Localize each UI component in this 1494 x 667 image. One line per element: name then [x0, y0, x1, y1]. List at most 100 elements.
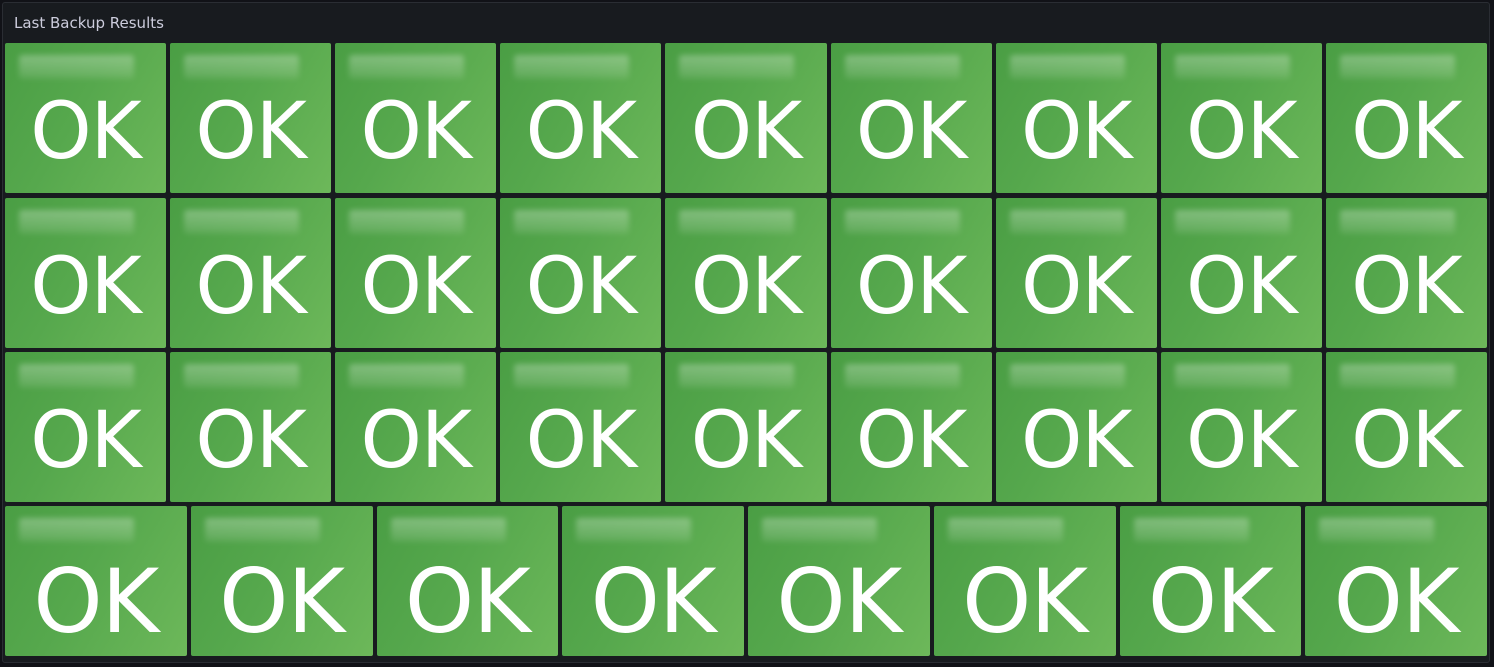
tile-host-name [184, 364, 300, 388]
stat-row: OK OK OK OK OK OK OK OK OK [5, 43, 1487, 193]
backup-status-tile[interactable]: OK [170, 43, 332, 193]
tile-status-value: OK [590, 550, 717, 653]
tile-host-name [19, 55, 134, 79]
stat-grid: OK OK OK OK OK OK OK OK OK OK OK OK OK OK OK OK OK OK OK OK… [5, 43, 1487, 659]
backup-status-tile[interactable]: OK [5, 352, 167, 502]
tile-status-value: OK [855, 87, 968, 177]
tile-status-value: OK [855, 396, 968, 486]
backup-status-tile[interactable]: OK [1325, 352, 1487, 502]
backup-status-tile[interactable]: OK [830, 352, 992, 502]
backup-status-tile[interactable]: OK [995, 198, 1157, 348]
backup-status-tile[interactable]: OK [748, 506, 930, 656]
backup-status-tile[interactable]: OK [1325, 43, 1487, 193]
backup-status-tile[interactable]: OK [5, 43, 167, 193]
backup-status-tile[interactable]: OK [170, 198, 332, 348]
tile-status-value: OK [360, 87, 473, 177]
tile-host-name [1339, 210, 1455, 234]
backup-status-tile[interactable]: OK [500, 43, 662, 193]
tile-host-name [844, 210, 960, 234]
tile-status-value: OK [1351, 242, 1463, 332]
backup-status-tile[interactable]: OK [5, 198, 167, 348]
backup-status-tile[interactable]: OK [190, 506, 373, 656]
tile-status-value: OK [404, 550, 531, 653]
backup-status-tile[interactable]: OK [1325, 198, 1487, 348]
tile-host-name [1319, 518, 1435, 542]
tile-status-value: OK [1147, 550, 1274, 653]
backup-status-tile[interactable]: OK [995, 43, 1157, 193]
tile-host-name [19, 518, 134, 542]
tile-status-value: OK [1020, 87, 1133, 177]
backup-status-tile[interactable]: OK [1160, 198, 1322, 348]
tile-host-name [349, 364, 465, 388]
backup-status-tile[interactable]: OK [376, 506, 559, 656]
tile-status-value: OK [776, 550, 902, 653]
tile-status-value: OK [1020, 396, 1133, 486]
last-backup-results-panel: Last Backup Results OK OK OK OK OK OK OK OK OK OK… [2, 2, 1490, 663]
backup-status-tile[interactable]: OK [995, 352, 1157, 502]
tile-host-name [762, 518, 877, 542]
stat-row: OK OK OK OK OK OK OK OK [5, 506, 1487, 656]
backup-status-tile[interactable]: OK [830, 43, 992, 193]
backup-status-tile[interactable]: OK [335, 43, 497, 193]
tile-status-value: OK [30, 87, 142, 177]
backup-status-tile[interactable]: OK [830, 198, 992, 348]
panel-title[interactable]: Last Backup Results [14, 14, 164, 32]
tile-host-name [204, 518, 320, 542]
tile-host-name [390, 518, 506, 542]
backup-status-tile[interactable]: OK [170, 352, 332, 502]
tile-status-value: OK [690, 396, 803, 486]
tile-status-value: OK [1186, 87, 1298, 177]
tile-host-name [514, 364, 630, 388]
tile-host-name [1009, 55, 1125, 79]
tile-host-name [514, 55, 630, 79]
tile-host-name [679, 210, 795, 234]
tile-host-name [844, 55, 960, 79]
tile-status-value: OK [690, 87, 803, 177]
tile-status-value: OK [360, 242, 473, 332]
tile-host-name [947, 518, 1063, 542]
tile-status-value: OK [1186, 242, 1298, 332]
tile-host-name [1174, 210, 1290, 234]
backup-status-tile[interactable]: OK [665, 198, 827, 348]
tile-status-value: OK [1020, 242, 1133, 332]
tile-status-value: OK [962, 550, 1088, 653]
backup-status-tile[interactable]: OK [500, 198, 662, 348]
tile-host-name [576, 518, 692, 542]
tile-host-name [19, 364, 134, 388]
tile-host-name [1339, 364, 1455, 388]
tile-host-name [184, 55, 300, 79]
tile-status-value: OK [33, 550, 159, 653]
tile-host-name [1009, 364, 1125, 388]
tile-status-value: OK [1333, 550, 1460, 653]
tile-status-value: OK [1186, 396, 1298, 486]
backup-status-tile[interactable]: OK [933, 506, 1116, 656]
tile-host-name [514, 210, 630, 234]
tile-status-value: OK [30, 396, 142, 486]
backup-status-tile[interactable]: OK [5, 506, 187, 656]
tile-status-value: OK [195, 87, 307, 177]
tile-host-name [679, 55, 795, 79]
tile-host-name [1174, 55, 1290, 79]
tile-status-value: OK [195, 242, 307, 332]
backup-status-tile[interactable]: OK [1160, 43, 1322, 193]
backup-status-tile[interactable]: OK [665, 352, 827, 502]
backup-status-tile[interactable]: OK [1160, 352, 1322, 502]
backup-status-tile[interactable]: OK [1119, 506, 1302, 656]
stat-row: OK OK OK OK OK OK OK OK OK [5, 352, 1487, 502]
tile-status-value: OK [1351, 87, 1463, 177]
backup-status-tile[interactable]: OK [335, 352, 497, 502]
backup-status-tile[interactable]: OK [1305, 506, 1487, 656]
tile-host-name [19, 210, 134, 234]
tile-host-name [1133, 518, 1249, 542]
tile-status-value: OK [195, 396, 307, 486]
tile-host-name [349, 210, 465, 234]
backup-status-tile[interactable]: OK [665, 43, 827, 193]
tile-host-name [844, 364, 960, 388]
tile-status-value: OK [219, 550, 345, 653]
tile-status-value: OK [525, 87, 638, 177]
backup-status-tile[interactable]: OK [500, 352, 662, 502]
backup-status-tile[interactable]: OK [562, 506, 744, 656]
tile-status-value: OK [30, 242, 142, 332]
tile-status-value: OK [525, 242, 638, 332]
backup-status-tile[interactable]: OK [335, 198, 497, 348]
